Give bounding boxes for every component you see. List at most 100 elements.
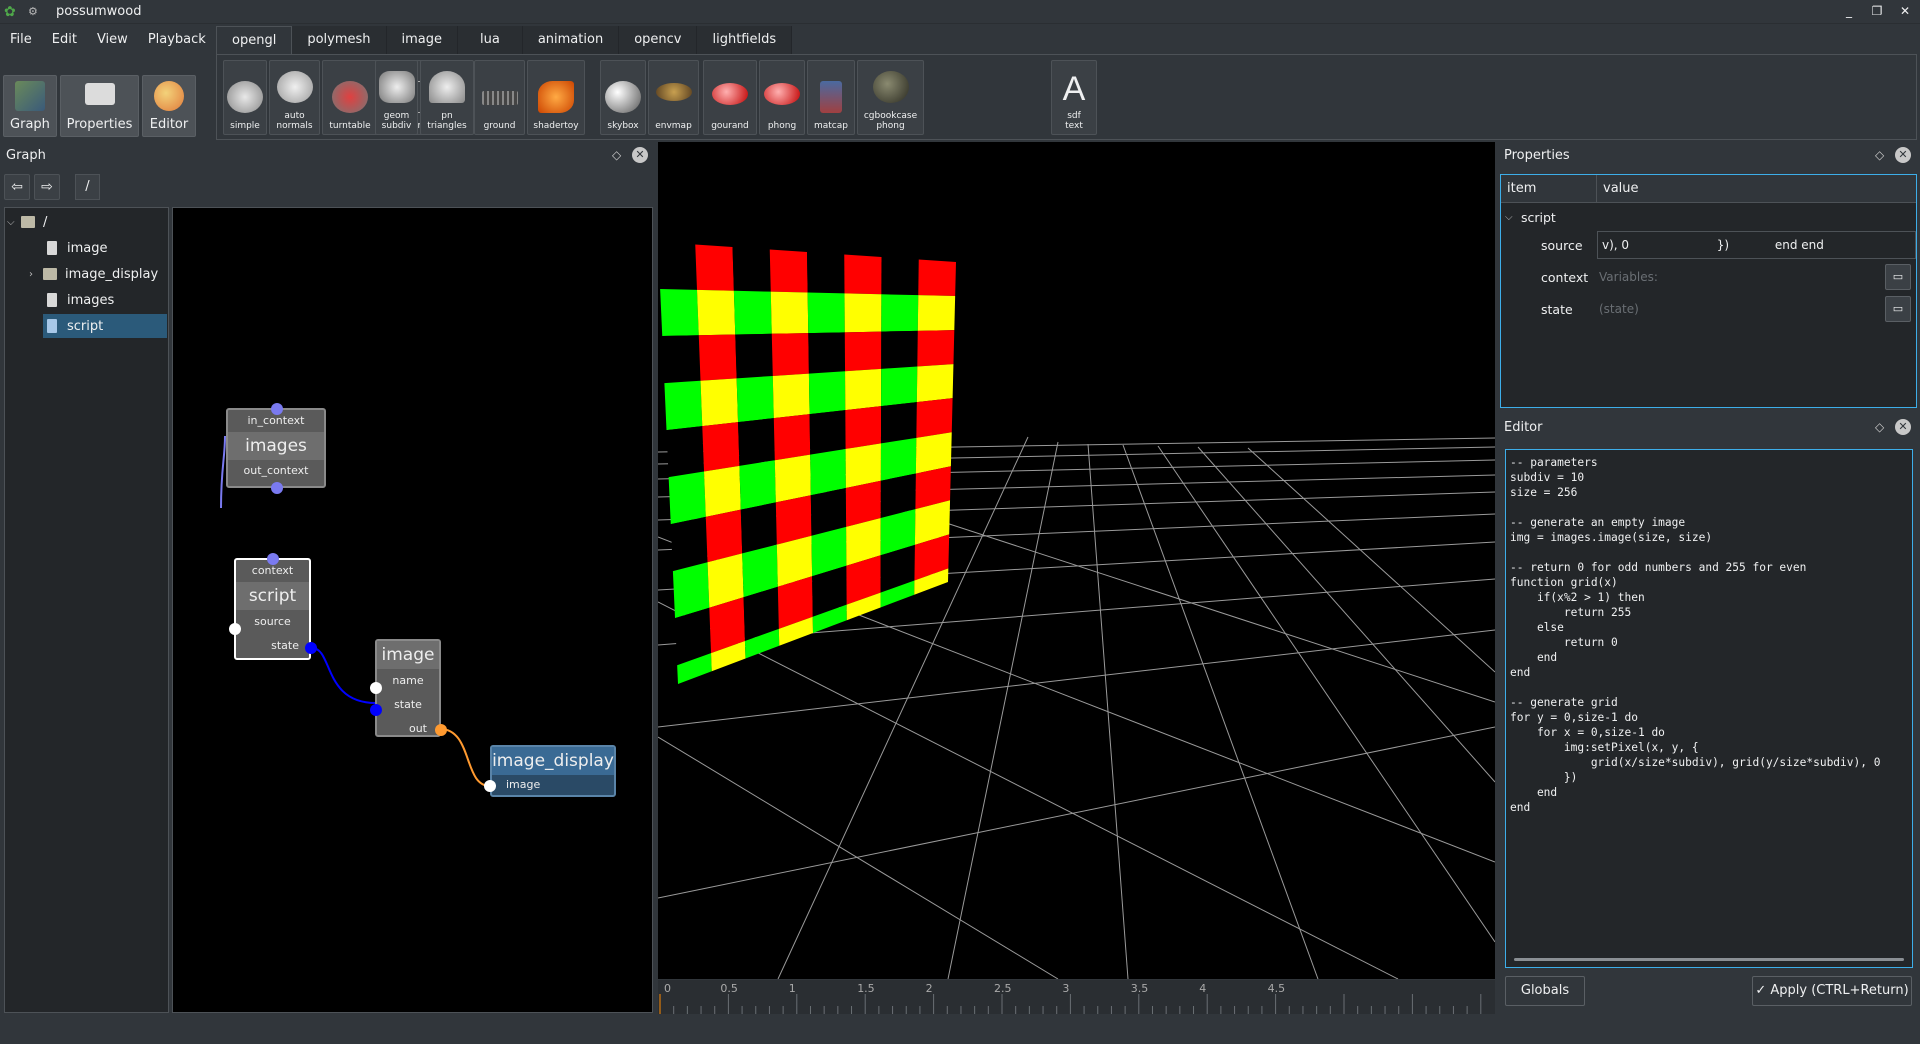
tab-polymesh[interactable]: polymesh (292, 26, 387, 54)
minimize-icon[interactable]: _ (1840, 2, 1858, 20)
menu-file[interactable]: File (0, 32, 42, 47)
close-icon[interactable]: ✕ (1895, 419, 1911, 435)
tool-sdf-text[interactable]: Asdf text (1051, 60, 1097, 135)
mode-buttons: Graph Properties Editor (3, 75, 196, 137)
node-images[interactable]: in_context images out_context (226, 408, 326, 488)
property-group-script[interactable]: ⌵ script (1505, 203, 1556, 231)
tool-phong[interactable]: phong (759, 60, 805, 135)
port-dot[interactable] (484, 780, 496, 792)
3d-viewport[interactable] (658, 142, 1495, 979)
graph-mode-button[interactable]: Graph (3, 75, 57, 137)
tree-item-images[interactable]: images (47, 288, 114, 312)
checker-cell (733, 290, 772, 335)
checker-cell (881, 257, 919, 296)
tool-geom-subdiv[interactable]: geom subdiv (375, 60, 418, 135)
tree-item-script[interactable]: script (43, 314, 167, 338)
tree-item-image[interactable]: image (47, 236, 108, 260)
tab-animation[interactable]: animation (522, 26, 620, 54)
property-context-value[interactable]: Variables: (1597, 263, 1877, 291)
tool-turntable[interactable]: turntable (322, 60, 378, 135)
column-value[interactable]: value (1597, 175, 1639, 202)
code-editor[interactable]: -- parameters subdiv = 10 size = 256 -- … (1505, 449, 1913, 968)
tab-opencv[interactable]: opencv (619, 26, 698, 54)
edit-comment-icon[interactable]: ▭ (1885, 264, 1911, 290)
tool-simple[interactable]: simple (223, 60, 267, 135)
horizontal-scrollbar[interactable] (1514, 958, 1904, 961)
chevron-down-icon[interactable]: ⌵ (1505, 212, 1521, 223)
checker-cell (664, 380, 703, 431)
column-item[interactable]: item (1501, 175, 1597, 202)
property-state-value[interactable]: (state) (1597, 295, 1877, 323)
pin-icon[interactable]: ⚙ (28, 5, 42, 18)
code-text[interactable]: -- parameters subdiv = 10 size = 256 -- … (1506, 450, 1912, 820)
chevron-down-icon[interactable]: ⌵ (7, 217, 19, 228)
menu-edit[interactable]: Edit (42, 32, 87, 47)
tree-item-image-display[interactable]: › image_display (29, 262, 158, 286)
port-image: image (506, 778, 541, 791)
robot-icon (820, 81, 842, 113)
tree-item-root[interactable]: ⌵ / (7, 210, 47, 234)
port-dot[interactable] (305, 642, 317, 654)
tool-matcap[interactable]: matcap (807, 60, 855, 135)
tool-skybox[interactable]: skybox (600, 60, 646, 135)
node-image-display[interactable]: image_display image (490, 745, 616, 797)
menu-playback[interactable]: Playback (138, 32, 216, 47)
tool-ground[interactable]: ground (474, 60, 525, 135)
checker-cell (666, 426, 705, 478)
title-bar: ✿ ⚙ possumwood _ ❐ ✕ (0, 0, 1920, 24)
checker-cell (698, 334, 737, 381)
globals-button[interactable]: Globals (1505, 976, 1585, 1006)
float-icon[interactable]: ◇ (1875, 420, 1884, 434)
checker-cell (662, 335, 701, 384)
apply-button[interactable]: ✓ Apply (CTRL+Return) (1752, 976, 1912, 1006)
checker-cell (668, 471, 706, 525)
status-bar (0, 1018, 1920, 1044)
float-icon[interactable]: ◇ (1875, 148, 1884, 162)
tab-image[interactable]: image (386, 26, 458, 54)
menu-view[interactable]: View (87, 32, 138, 47)
cone-icon (429, 71, 465, 103)
close-icon[interactable]: ✕ (632, 147, 648, 163)
edit-comment-icon[interactable]: ▭ (1885, 296, 1911, 322)
port-dot[interactable] (267, 553, 279, 565)
tab-lua[interactable]: lua (458, 26, 523, 54)
port-out-context: out_context (243, 464, 309, 477)
chevron-right-icon[interactable]: › (29, 269, 41, 280)
tool-cgbookcase-phong[interactable]: cgbookcase phong (857, 60, 924, 135)
port-dot[interactable] (271, 482, 283, 494)
port-dot[interactable] (370, 682, 382, 694)
properties-mode-button[interactable]: Properties (60, 75, 139, 137)
tool-envmap[interactable]: envmap (648, 60, 699, 135)
property-source-value[interactable]: v), 0 }) end end (1597, 231, 1916, 259)
tab-opengl[interactable]: opengl (216, 26, 293, 54)
graph-icon (15, 81, 45, 111)
tool-pn-triangles[interactable]: pn triangles (420, 60, 474, 135)
node-script[interactable]: context script source state (234, 558, 311, 660)
float-icon[interactable]: ◇ (612, 148, 621, 162)
checker-cell (807, 252, 845, 294)
tool-gourand[interactable]: gourand (703, 60, 757, 135)
port-state: state (394, 698, 422, 711)
close-icon[interactable]: ✕ (1895, 147, 1911, 163)
close-icon[interactable]: ✕ (1896, 2, 1914, 20)
tab-lightfields[interactable]: lightfields (697, 26, 793, 54)
maximize-icon[interactable]: ❐ (1868, 2, 1886, 20)
tool-auto-normals[interactable]: auto normals (269, 60, 320, 135)
editor-mode-button[interactable]: Editor (142, 75, 196, 137)
checker-cell (845, 406, 882, 450)
timeline-tick-label: 2.5 (994, 982, 1012, 995)
graph-tree: ⌵ / image › image_display images script (4, 207, 169, 1013)
back-arrow-icon[interactable]: ⇦ (4, 174, 30, 200)
tool-shadertoy[interactable]: shadertoy (527, 60, 585, 135)
port-dot[interactable] (370, 704, 382, 716)
node-image[interactable]: image name state out (375, 639, 441, 737)
graph-path-button[interactable]: / (75, 174, 100, 200)
port-dot[interactable] (435, 724, 447, 736)
port-dot[interactable] (229, 623, 241, 635)
forward-arrow-icon[interactable]: ⇨ (34, 174, 60, 200)
port-out: out (408, 722, 427, 735)
node-graph-canvas[interactable]: in_context images out_context context sc… (172, 207, 653, 1013)
port-dot[interactable] (271, 403, 283, 415)
teapot-icon (227, 81, 263, 113)
timeline[interactable]: 0 0.5 1 1.5 2 2.5 3 3.5 4 4.5 (658, 980, 1495, 1014)
